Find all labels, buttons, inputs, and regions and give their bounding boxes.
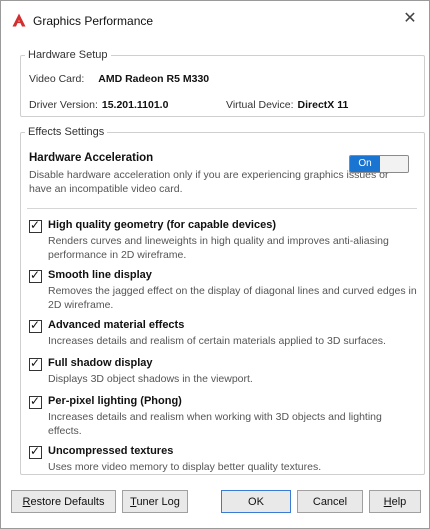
virtual-device-value: DirectX 11 (297, 99, 349, 111)
cancel-button[interactable]: Cancel (297, 490, 363, 513)
video-card-value: AMD Radeon R5 M330 (98, 73, 210, 85)
option-title: Per-pixel lighting (Phong) (48, 395, 182, 407)
hardware-acceleration-toggle[interactable]: On (349, 155, 409, 173)
driver-version-label: Driver Version: (29, 99, 98, 111)
option-description: Displays 3D object shadows in the viewpo… (48, 373, 253, 385)
high-quality-geometry-checkbox[interactable] (29, 218, 42, 233)
divider (27, 208, 417, 209)
close-icon[interactable]: ✕ (401, 10, 419, 28)
smooth-line-display-checkbox[interactable] (29, 268, 42, 283)
hardware-acceleration-title: Hardware Acceleration (29, 152, 154, 164)
option-description: Increases details and realism when worki… (48, 411, 382, 437)
effects-settings-legend: Effects Settings (28, 126, 105, 138)
ok-button[interactable]: OK (221, 490, 291, 513)
option-title: High quality geometry (for capable devic… (48, 219, 277, 231)
help-button[interactable]: Help (369, 490, 421, 513)
hardware-setup-legend: Hardware Setup (28, 49, 108, 61)
virtual-device-label: Virtual Device: (226, 99, 294, 111)
restore-defaults-button[interactable]: Restore Defaults (11, 490, 116, 513)
toggle-on-label: On (350, 156, 380, 172)
option-title: Advanced material effects (48, 319, 185, 331)
help-label: elp (391, 496, 407, 508)
per-pixel-lighting-checkbox[interactable] (29, 394, 42, 409)
advanced-material-effects-checkbox[interactable] (29, 318, 42, 333)
window-title: Graphics Performance (33, 14, 154, 28)
uncompressed-textures-checkbox[interactable] (29, 444, 42, 459)
option-title: Full shadow display (48, 357, 153, 369)
option-description: Uses more video memory to display better… (48, 461, 322, 473)
restore-defaults-label: estore Defaults (30, 496, 105, 508)
option-title: Smooth line display (48, 269, 152, 281)
toggle-knob (380, 156, 408, 172)
option-title: Uncompressed textures (48, 445, 174, 457)
option-description: Renders curves and lineweights in high q… (48, 235, 389, 261)
hardware-acceleration-description: Disable hardware acceleration only if yo… (29, 169, 389, 195)
hardware-setup-group: Hardware Setup Video Card: AMD Radeon R5 … (20, 49, 425, 117)
full-shadow-display-checkbox[interactable] (29, 356, 42, 371)
tuner-log-label: uner Log (136, 496, 180, 508)
option-description: Increases details and realism of certain… (48, 335, 386, 347)
option-description: Removes the jagged effect on the display… (48, 285, 417, 311)
effects-settings-group: Effects Settings Hardware Acceleration D… (20, 126, 425, 475)
video-card-row: Video Card: AMD Radeon R5 M330 (29, 73, 209, 85)
tuner-log-button[interactable]: Tuner Log (122, 490, 188, 513)
driver-version-row: Driver Version: 15.201.1101.0 (29, 99, 168, 111)
autocad-logo-icon (12, 13, 26, 27)
driver-version-value: 15.201.1101.0 (101, 99, 169, 111)
video-card-label: Video Card: (29, 73, 85, 85)
help-mnemonic: H (383, 496, 392, 508)
virtual-device-row: Virtual Device: DirectX 11 (226, 99, 348, 111)
graphics-performance-dialog: Graphics Performance ✕ Hardware Setup Vi… (0, 0, 430, 529)
title-bar: Graphics Performance ✕ (1, 1, 429, 41)
